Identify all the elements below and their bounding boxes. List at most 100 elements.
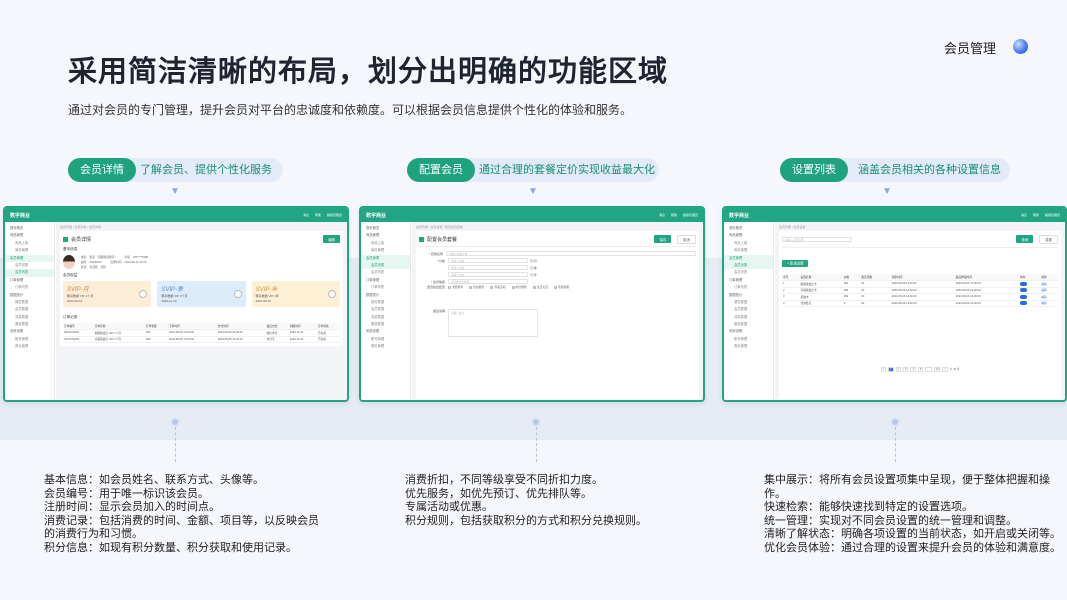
section-tag-2: 配置会员 xyxy=(407,158,475,182)
topbar-user[interactable]: 超级管理员 xyxy=(327,213,342,217)
sidebar-item[interactable]: 销售数据 xyxy=(361,299,410,306)
sidebar-item[interactable]: 角色管理 xyxy=(5,343,54,350)
right-option[interactable]: 专属客服 xyxy=(554,285,569,289)
right-option[interactable]: 生日礼包 xyxy=(532,285,548,289)
status-toggle[interactable] xyxy=(1019,294,1027,299)
page-number[interactable]: 4 xyxy=(910,367,916,372)
right-option[interactable]: 优先服务 xyxy=(469,285,484,289)
edit-button[interactable]: 编辑 xyxy=(323,235,340,243)
sidebar-item[interactable]: 角色管理 xyxy=(724,343,773,350)
sidebar-item[interactable]: 库存管理 xyxy=(361,247,410,254)
sidebar-item[interactable]: 数据统计 xyxy=(5,292,54,299)
sidebar-item[interactable]: 订单列表 xyxy=(361,284,410,291)
search-input[interactable]: 请输入设置名称 xyxy=(782,236,852,242)
sidebar-item[interactable]: 会员数据 xyxy=(361,306,410,313)
save-button[interactable]: 保存 xyxy=(654,235,672,243)
sidebar-item[interactable]: 账号管理 xyxy=(5,336,54,343)
add-setting-button[interactable]: + 新增设置 xyxy=(782,259,809,267)
membership-card[interactable]: SVIP-年 畅享数据 VIP·1年 2024-08-10 xyxy=(251,281,340,307)
right-option[interactable]: 专属活动 xyxy=(490,285,506,289)
sidebar-item[interactable]: 订单管理 xyxy=(5,277,54,284)
page-number[interactable]: 10 xyxy=(933,367,941,372)
topbar-messages[interactable]: 消息 xyxy=(659,213,665,217)
sidebar-item[interactable]: 销售数据 xyxy=(5,299,54,306)
sidebar-item[interactable]: 会员管理 xyxy=(724,254,773,262)
sidebar-item[interactable]: 流量数据 xyxy=(724,314,773,321)
sidebar-item[interactable]: 系统设置 xyxy=(724,328,773,335)
sidebar-item[interactable]: 商品管理 xyxy=(361,232,410,239)
package-name-input[interactable]: 请输入套餐名称 xyxy=(446,251,696,256)
status-toggle[interactable] xyxy=(1019,301,1027,306)
sidebar-item[interactable]: 会员设置 xyxy=(724,261,773,270)
sidebar-item[interactable]: 商品上架 xyxy=(361,240,410,247)
sidebar-item[interactable]: 流量数据 xyxy=(5,314,54,321)
table-row[interactable]: 2023070203 高级版会员 VIP·1个月 399 2023-08-06 14:… xyxy=(63,336,340,343)
sidebar-item[interactable]: 渠道数据 xyxy=(5,321,54,328)
sidebar-item[interactable]: 订单管理 xyxy=(724,277,773,284)
price-quarter-input[interactable]: 请输入价格 xyxy=(448,265,528,270)
page-number[interactable]: 2 xyxy=(895,367,901,372)
sidebar-item[interactable]: 商品管理 xyxy=(724,232,773,239)
page-number[interactable]: 3 xyxy=(902,367,909,372)
sidebar-item[interactable]: 系统设置 xyxy=(5,328,54,335)
sidebar-item[interactable]: 渠道数据 xyxy=(724,321,773,328)
sidebar-item[interactable]: 会员数据 xyxy=(724,306,773,313)
sidebar-item[interactable]: 库存管理 xyxy=(724,247,773,254)
page-prev[interactable]: < xyxy=(880,367,887,372)
page-number[interactable]: 5 xyxy=(917,367,924,372)
topbar-help[interactable]: 帮助 xyxy=(671,213,677,217)
sidebar-item[interactable]: 首页概览 xyxy=(724,225,773,232)
price-year-input[interactable]: 请输入价格 xyxy=(448,272,528,277)
level-select[interactable]: 请选择会员等级 xyxy=(448,279,528,284)
topbar-messages[interactable]: 消息 xyxy=(303,213,309,217)
right-option[interactable]: 消费折扣 xyxy=(448,285,463,289)
sidebar-item[interactable]: 流量数据 xyxy=(361,314,410,321)
sidebar-item[interactable]: 订单管理 xyxy=(361,277,410,284)
topbar-messages[interactable]: 消息 xyxy=(1021,213,1027,217)
sidebar-item[interactable]: 数据统计 xyxy=(361,292,410,299)
status-toggle[interactable] xyxy=(1019,288,1027,293)
status-toggle[interactable] xyxy=(1019,281,1027,286)
sidebar-item[interactable]: 数据统计 xyxy=(724,292,773,299)
sidebar-item[interactable]: 角色管理 xyxy=(361,343,410,350)
query-button[interactable]: 查询 xyxy=(1016,235,1034,243)
membership-card[interactable]: SVIP-季 畅享数据 VIP·3个月 2023-11-10 xyxy=(157,281,246,307)
table-row[interactable]: 4 普通会员 0 30 2023-08-06 14:00:00 2023-08-06 14… xyxy=(782,300,1058,307)
sidebar-item[interactable]: 商品管理 xyxy=(5,232,54,239)
sidebar-item[interactable]: 会员列表 xyxy=(361,269,410,276)
page-number[interactable]: 1 xyxy=(888,367,894,372)
sidebar-item[interactable]: 商品上架 xyxy=(5,240,54,247)
sidebar-item[interactable]: 系统设置 xyxy=(361,328,410,335)
sidebar-item[interactable]: 会员管理 xyxy=(361,254,410,262)
page-next[interactable]: > xyxy=(942,367,948,372)
sidebar-item[interactable]: 订单列表 xyxy=(5,284,54,291)
sidebar-item[interactable]: 销售数据 xyxy=(724,299,773,306)
sidebar-item[interactable]: 首页概览 xyxy=(5,225,54,232)
sidebar-item[interactable]: 渠道数据 xyxy=(361,321,410,328)
right-option[interactable]: 积分规则 xyxy=(511,285,527,289)
sidebar-item[interactable]: 账号管理 xyxy=(724,336,773,343)
back-icon[interactable] xyxy=(63,236,68,242)
sidebar-item[interactable]: 会员设置 xyxy=(361,261,410,270)
sidebar-item[interactable]: 账号管理 xyxy=(361,336,410,343)
sidebar-item[interactable]: 会员数据 xyxy=(5,306,54,313)
sidebar-item[interactable]: 会员设置 xyxy=(5,262,54,269)
membership-card[interactable]: SVIP-月 畅享数据 VIP·1个月 2023-09-10 xyxy=(63,281,152,307)
reset-button[interactable]: 重置 xyxy=(1039,234,1058,244)
back-icon[interactable] xyxy=(419,236,424,242)
topbar-help[interactable]: 帮助 xyxy=(1033,213,1039,217)
sidebar-item[interactable]: 会员列表 xyxy=(5,269,54,277)
topbar-user[interactable]: 超级管理员 xyxy=(1045,213,1060,217)
sidebar-item[interactable]: 会员列表 xyxy=(724,269,773,276)
remark-textarea[interactable]: 请输入备注 xyxy=(448,309,538,337)
topbar-user[interactable]: 超级管理员 xyxy=(683,213,698,217)
cancel-button[interactable]: 取消 xyxy=(677,234,696,244)
sidebar-item[interactable]: 会员管理 xyxy=(5,254,54,262)
sidebar-item[interactable]: 订单列表 xyxy=(724,284,773,291)
sidebar-item[interactable]: 商品上架 xyxy=(724,240,773,247)
sidebar-item[interactable]: 首页概览 xyxy=(361,225,410,232)
avatar xyxy=(63,255,75,269)
topbar-help[interactable]: 帮助 xyxy=(315,213,321,217)
price-month-input[interactable]: 请输入价格 xyxy=(448,258,528,263)
sidebar-item[interactable]: 库存管理 xyxy=(5,247,54,254)
